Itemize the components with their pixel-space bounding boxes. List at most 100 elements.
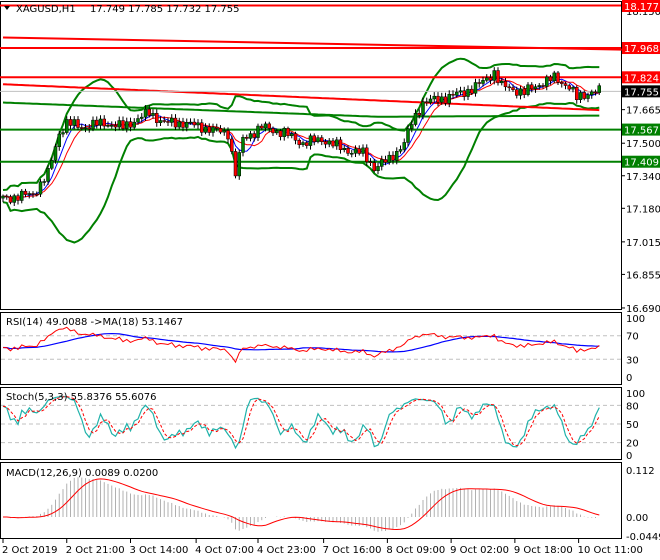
candle-body <box>496 70 500 84</box>
rsi-tick-label: 100 <box>626 314 645 325</box>
time-tick-label: 10 Oct 11:00 <box>578 545 643 556</box>
candle-body <box>406 128 410 143</box>
macd-tick-label: -0.0449 <box>626 532 660 543</box>
candle-body <box>192 121 196 126</box>
candle-body <box>72 119 76 126</box>
candle-body <box>248 133 253 139</box>
candle-body <box>425 101 429 103</box>
level-price-label: 18.177 <box>624 2 659 13</box>
candle-body <box>290 133 294 136</box>
candle-body <box>447 93 451 104</box>
candle-body <box>173 117 178 128</box>
candle-body <box>155 113 159 123</box>
candle-body <box>278 130 283 137</box>
candle-body <box>421 101 425 116</box>
candle-body <box>346 148 350 154</box>
candle-body <box>541 85 545 87</box>
candle-body <box>395 151 399 161</box>
candle-body <box>578 92 583 100</box>
candle-body <box>271 128 275 134</box>
candle-body <box>365 147 369 163</box>
price-tick-label: 17.665 <box>626 106 660 117</box>
candle-body <box>308 135 313 146</box>
candle-body <box>128 121 133 128</box>
candle-body <box>61 132 65 135</box>
candle-body <box>413 113 418 125</box>
candle-body <box>590 91 594 95</box>
candle-body <box>282 128 286 137</box>
candle-body <box>35 193 39 196</box>
ma-slow-green-line <box>2 101 600 118</box>
candle-body <box>50 160 54 169</box>
candle-body <box>226 130 230 140</box>
candle-body <box>57 133 61 147</box>
candle-body <box>98 118 103 126</box>
candle-body <box>117 120 121 128</box>
candle-body <box>203 126 208 133</box>
rsi-title: RSI(14) 49.0088 ->MA(18) 53.1467 <box>6 317 183 328</box>
candle-body <box>263 123 268 129</box>
candle-body <box>515 89 519 96</box>
time-tick-label: 4 Oct 07:00 <box>195 545 254 556</box>
candle-body <box>488 77 493 81</box>
level-price-label: 17.824 <box>624 73 659 84</box>
candle-body <box>312 135 316 143</box>
macd-signal-line <box>3 478 600 531</box>
price-tick-label: 17.340 <box>626 172 660 183</box>
level-price-label: 17.567 <box>624 126 659 137</box>
candle-body <box>455 91 459 96</box>
candle-body <box>1 195 5 199</box>
time-tick-label: 3 Oct 14:00 <box>130 545 189 556</box>
candle-body <box>537 85 541 87</box>
symbol-label: XAGUSD,H1 <box>16 4 76 15</box>
candle-body <box>222 130 226 133</box>
candle-body <box>466 88 470 97</box>
candle-body <box>443 96 448 104</box>
candle-body <box>5 195 9 198</box>
candle-body <box>87 127 91 130</box>
candle-body <box>563 83 568 86</box>
stoch-tick-label: 100 <box>626 389 645 400</box>
candle-body <box>230 138 234 152</box>
candle-body <box>398 149 403 152</box>
candle-body <box>335 139 339 147</box>
candle-body <box>95 119 99 126</box>
time-tick-label: 7 Oct 16:00 <box>323 545 382 556</box>
candle-body <box>560 82 564 84</box>
candle-body <box>305 142 309 146</box>
candle-body <box>350 153 354 155</box>
candle-body <box>102 118 106 127</box>
candle-body <box>571 87 575 90</box>
candle-body <box>177 121 181 128</box>
time-tick-label: 2 Oct 21:00 <box>66 545 125 556</box>
candle-body <box>188 121 193 124</box>
candle-body <box>136 118 140 123</box>
candle-body <box>361 147 365 154</box>
candle-body <box>293 133 298 141</box>
candle-body <box>593 91 598 94</box>
candle-body <box>158 120 163 123</box>
candle-body <box>286 128 290 136</box>
candle-body <box>320 137 324 142</box>
time-tick-label: 9 Oct 02:00 <box>450 545 509 556</box>
candle-body <box>267 123 271 129</box>
candle-body <box>12 195 16 203</box>
candle-body <box>215 126 219 129</box>
candle-body <box>241 137 245 153</box>
candle-body <box>91 119 95 130</box>
candle-body <box>27 193 31 195</box>
candle-body <box>417 113 421 116</box>
candle-body <box>237 152 241 177</box>
time-tick-label: 4 Oct 23:00 <box>257 545 316 556</box>
stoch-tick-label: 50 <box>626 420 639 431</box>
candle-body <box>125 121 129 129</box>
candle-body <box>260 125 264 129</box>
time-tick-label: 9 Oct 18:00 <box>514 545 573 556</box>
rsi-tick-label: 30 <box>626 355 639 366</box>
candle-body <box>211 126 215 133</box>
candle-body <box>275 130 279 134</box>
candle-body <box>68 119 73 126</box>
candle-body <box>170 117 174 123</box>
candle-body <box>8 196 13 203</box>
candle-body <box>200 122 204 133</box>
